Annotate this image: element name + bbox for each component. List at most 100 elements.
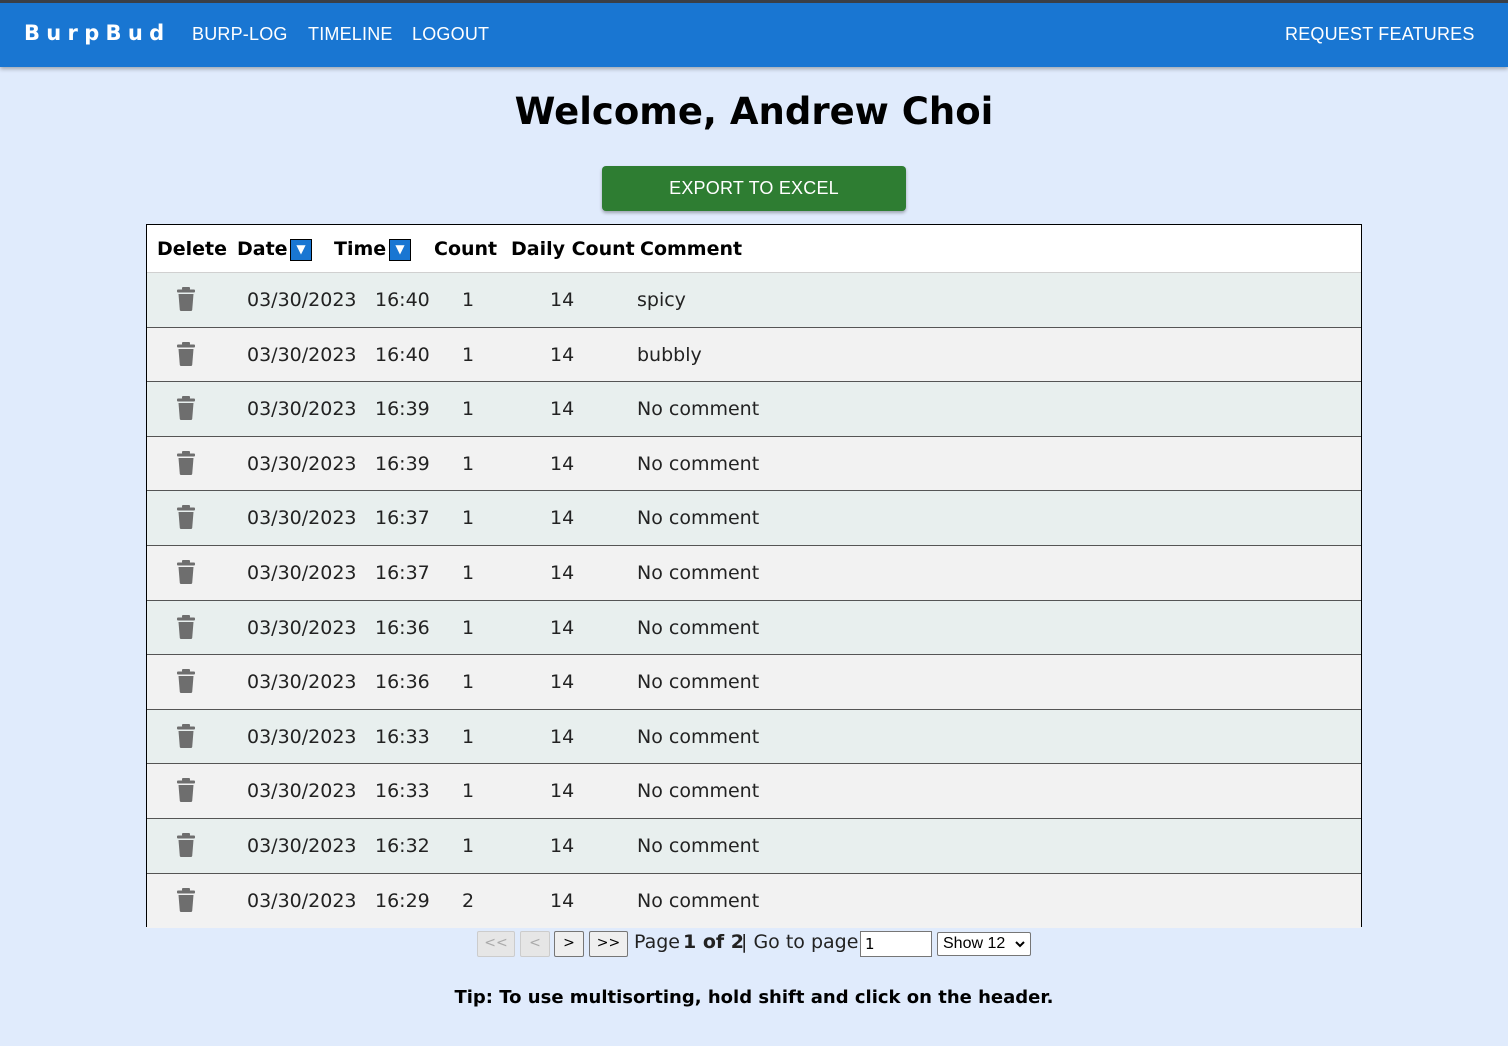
- page-size-value: Show 12: [943, 935, 1006, 952]
- row-daily-count: 14: [550, 562, 575, 584]
- row-comment: spicy: [637, 289, 686, 311]
- row-date: 03/30/2023: [247, 398, 357, 421]
- row-comment: No comment: [637, 616, 760, 639]
- multisort-tip: Tip: To use multisorting, hold shift and…: [454, 987, 1054, 1008]
- last-page-button[interactable]: >>: [589, 931, 628, 957]
- trash-icon[interactable]: [177, 505, 195, 530]
- row-comment: No comment: [637, 835, 760, 857]
- trash-icon[interactable]: [177, 560, 195, 584]
- trash-icon[interactable]: [177, 287, 195, 311]
- trash-icon[interactable]: [177, 887, 195, 912]
- row-comment: bubbly: [637, 343, 702, 366]
- row-time: 16:36: [375, 671, 430, 694]
- goto-page-label: | Go to page:: [741, 931, 865, 953]
- row-daily-count: 14: [550, 616, 575, 639]
- nav-timeline[interactable]: TIMELINE: [308, 24, 393, 45]
- trash-icon[interactable]: [177, 723, 195, 748]
- row-time: 16:37: [375, 507, 430, 530]
- row-date: 03/30/2023: [247, 889, 357, 912]
- row-daily-count: 14: [550, 452, 575, 475]
- row-daily-count: 14: [550, 780, 575, 803]
- trash-icon[interactable]: [177, 833, 195, 857]
- trash-icon[interactable]: [177, 396, 195, 421]
- row-daily-count: 14: [550, 671, 575, 694]
- table-row: 03/30/2023 16:36 1 14 No comment: [147, 655, 1361, 710]
- column-date[interactable]: Date: [237, 238, 288, 260]
- row-comment: No comment: [637, 725, 760, 748]
- row-daily-count: 14: [550, 343, 575, 366]
- sort-desc-icon[interactable]: ▼: [389, 239, 411, 261]
- trash-icon[interactable]: [177, 669, 195, 694]
- chevron-down-icon: [1014, 933, 1026, 962]
- row-time: 16:40: [375, 343, 430, 366]
- row-time: 16:39: [375, 452, 430, 475]
- row-count: 1: [462, 616, 475, 639]
- row-count: 1: [462, 725, 475, 748]
- row-date: 03/30/2023: [247, 725, 357, 748]
- trash-icon[interactable]: [177, 341, 195, 366]
- first-page-button[interactable]: <<: [477, 931, 515, 957]
- row-date: 03/30/2023: [247, 835, 357, 857]
- row-time: 16:32: [375, 835, 430, 857]
- nav-request-features[interactable]: REQUEST FEATURES: [1285, 24, 1475, 45]
- row-comment: No comment: [637, 398, 760, 421]
- page-size-select[interactable]: Show 12: [937, 932, 1031, 956]
- welcome-heading: Welcome, Andrew Choi: [514, 90, 994, 133]
- nav-burp-log[interactable]: BURP-LOG: [192, 24, 288, 45]
- burp-log-table: Delete Date ▼ Time ▼ Count Daily Count C…: [146, 224, 1362, 929]
- row-comment: No comment: [637, 889, 760, 912]
- row-count: 1: [462, 343, 475, 366]
- column-comment[interactable]: Comment: [640, 238, 742, 260]
- row-time: 16:36: [375, 616, 430, 639]
- next-page-button[interactable]: >: [554, 931, 584, 957]
- row-count: 1: [462, 835, 475, 857]
- table-row: 03/30/2023 16:39 1 14 No comment: [147, 382, 1361, 437]
- trash-icon[interactable]: [177, 614, 195, 639]
- column-time[interactable]: Time: [334, 238, 386, 260]
- row-daily-count: 14: [550, 889, 575, 912]
- row-comment: No comment: [637, 452, 760, 475]
- row-date: 03/30/2023: [247, 507, 357, 530]
- trash-icon[interactable]: [177, 778, 195, 803]
- row-time: 16:40: [375, 289, 430, 311]
- column-delete[interactable]: Delete: [157, 238, 227, 260]
- row-time: 16:37: [375, 562, 430, 584]
- prev-page-button[interactable]: <: [520, 931, 550, 957]
- export-to-excel-button[interactable]: EXPORT TO EXCEL: [602, 166, 906, 211]
- table-row: 03/30/2023 16:33 1 14 No comment: [147, 764, 1361, 819]
- row-date: 03/30/2023: [247, 289, 357, 311]
- row-daily-count: 14: [550, 725, 575, 748]
- row-date: 03/30/2023: [247, 671, 357, 694]
- column-count[interactable]: Count: [434, 238, 497, 260]
- table-row: 03/30/2023 16:29 2 14 No comment: [147, 873, 1361, 929]
- row-comment: No comment: [637, 507, 760, 530]
- row-date: 03/30/2023: [247, 562, 357, 584]
- table-row: 03/30/2023 16:40 1 14 bubbly: [147, 327, 1361, 383]
- nav-logout[interactable]: LOGOUT: [412, 24, 489, 45]
- row-time: 16:39: [375, 398, 430, 421]
- table-row: 03/30/2023 16:39 1 14 No comment: [147, 436, 1361, 492]
- row-count: 1: [462, 562, 475, 584]
- table-row: 03/30/2023 16:40 1 14 spicy: [147, 273, 1361, 328]
- table-row: 03/30/2023 16:33 1 14 No comment: [147, 709, 1361, 765]
- trash-icon[interactable]: [177, 450, 195, 475]
- table-row: 03/30/2023 16:36 1 14 No comment: [147, 600, 1361, 656]
- row-count: 1: [462, 507, 475, 530]
- row-count: 1: [462, 671, 475, 694]
- row-daily-count: 14: [550, 289, 575, 311]
- page-label: Page: [634, 931, 680, 953]
- row-count: 2: [462, 889, 475, 912]
- row-date: 03/30/2023: [247, 343, 357, 366]
- goto-page-input[interactable]: [860, 931, 932, 957]
- brand-logo[interactable]: BurpBud: [24, 21, 170, 45]
- row-daily-count: 14: [550, 507, 575, 530]
- row-count: 1: [462, 289, 475, 311]
- row-count: 1: [462, 452, 475, 475]
- sort-desc-icon[interactable]: ▼: [290, 239, 312, 261]
- app-bar: BurpBud BURP-LOG TIMELINE LOGOUT REQUEST…: [0, 0, 1508, 67]
- column-daily-count[interactable]: Daily Count: [511, 238, 635, 260]
- row-comment: No comment: [637, 671, 760, 694]
- row-daily-count: 14: [550, 835, 575, 857]
- table-row: 03/30/2023 16:32 1 14 No comment: [147, 819, 1361, 874]
- row-daily-count: 14: [550, 398, 575, 421]
